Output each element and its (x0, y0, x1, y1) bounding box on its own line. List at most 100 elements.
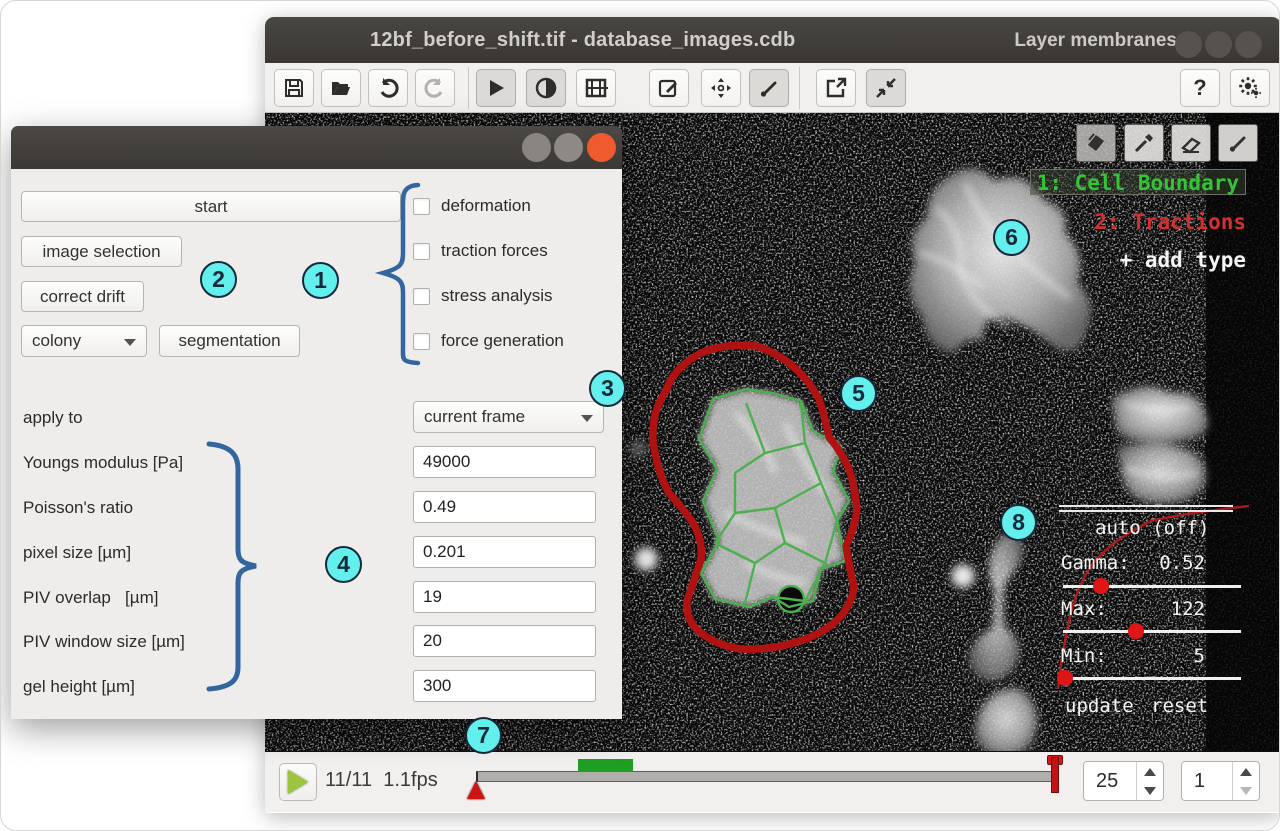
brush-mask-tool[interactable] (1218, 124, 1258, 162)
auto-contrast-button[interactable]: auto (off) (1095, 517, 1209, 539)
image-selection-button[interactable]: image selection (21, 236, 182, 267)
open-button[interactable] (321, 69, 361, 107)
start-button[interactable]: start (21, 191, 401, 222)
dialog-close-button[interactable] (587, 133, 616, 162)
window-close-button[interactable] (1235, 31, 1262, 58)
stress-analysis-label: stress analysis (441, 286, 552, 306)
stress-analysis-checkbox[interactable] (413, 288, 430, 305)
move-tool-button[interactable] (701, 69, 741, 107)
start-button-label: start (194, 197, 227, 217)
max-label: Max: (1061, 598, 1107, 620)
callout-2: 2 (200, 261, 237, 298)
min-slider[interactable] (1063, 677, 1241, 680)
gel-height-label: gel height [µm] (23, 677, 135, 697)
layer-indicator: Layer membranes (1014, 30, 1177, 52)
gamma-slider[interactable] (1063, 585, 1241, 588)
export-view-button[interactable] (816, 69, 856, 107)
dialog-maximize-button[interactable] (554, 133, 583, 162)
question-mark-icon: ? (1193, 75, 1206, 101)
skip-spin-up-button[interactable] (1233, 762, 1259, 781)
mask-brush-button[interactable] (749, 69, 789, 107)
play-button[interactable] (279, 763, 317, 801)
bead-blob (633, 546, 659, 572)
segmentation-button[interactable]: segmentation (159, 325, 300, 357)
min-slider-handle[interactable] (1057, 670, 1073, 686)
fps-spin-down-button[interactable] (1137, 781, 1163, 800)
fps-spin-up-button[interactable] (1137, 762, 1163, 781)
deformation-checkbox[interactable] (413, 198, 430, 215)
marker-type-cell-boundary[interactable]: 1: Cell Boundary (1030, 169, 1246, 195)
fill-tool[interactable] (1076, 124, 1116, 162)
chevron-down-icon (581, 415, 593, 422)
piv-overlap-input[interactable] (413, 581, 596, 613)
fps-spinbox-value: 25 (1084, 762, 1136, 800)
video-export-button[interactable] (576, 69, 616, 107)
window-maximize-button[interactable] (1205, 31, 1232, 58)
main-toolbar: ? (265, 63, 1280, 113)
pixel-size-input[interactable] (413, 536, 596, 568)
frame-counter: 11/11 1.1fps (325, 769, 438, 792)
piv-window-size-input[interactable] (413, 625, 596, 657)
gamma-slider-handle[interactable] (1093, 578, 1109, 594)
update-button[interactable]: update (1065, 695, 1134, 717)
tfm-addon-dialog: start image selection correct drift colo… (11, 126, 622, 719)
apply-to-value: current frame (424, 407, 525, 427)
youngs-modulus-input[interactable] (413, 446, 596, 478)
toolbar-separator (468, 67, 469, 109)
screenshot-page: 12bf_before_shift.tif - database_images.… (0, 0, 1280, 831)
skip-spinbox[interactable]: 1 (1181, 761, 1260, 801)
dialog-minimize-button[interactable] (522, 133, 551, 162)
gamma-label: Gamma: (1061, 552, 1130, 574)
traction-forces-checkbox[interactable] (413, 243, 430, 260)
apply-to-dropdown[interactable]: current frame (413, 401, 604, 433)
force-generation-label: force generation (441, 331, 564, 351)
contrast-button[interactable] (526, 69, 566, 107)
force-generation-checkbox[interactable] (413, 333, 430, 350)
down-arrow-icon (1240, 787, 1252, 795)
segmentation-label: segmentation (178, 331, 280, 351)
brush-icon (757, 76, 781, 100)
picker-tool[interactable] (1124, 124, 1164, 162)
callout-8: 8 (1000, 504, 1037, 541)
callout-6: 6 (993, 219, 1030, 256)
save-button[interactable] (274, 69, 314, 107)
marker-type-tractions[interactable]: 2: Tractions (1094, 209, 1246, 235)
fps-spinbox[interactable]: 25 (1083, 761, 1164, 801)
main-titlebar[interactable]: 12bf_before_shift.tif - database_images.… (265, 17, 1280, 63)
add-marker-type[interactable]: + add type (1120, 247, 1246, 273)
dialog-titlebar[interactable] (11, 126, 622, 169)
poissons-ratio-input[interactable] (413, 491, 596, 523)
timeline-end-marker[interactable] (1051, 757, 1059, 793)
window-minimize-button[interactable] (1175, 31, 1202, 58)
up-arrow-icon (1240, 768, 1252, 776)
gear-icon (1238, 76, 1262, 100)
fps-value: 1.1fps (383, 769, 437, 791)
correct-drift-button[interactable]: correct drift (21, 281, 144, 312)
callout-3: 3 (589, 370, 626, 407)
undo-button[interactable] (368, 69, 408, 107)
play-toolbar-button[interactable] (476, 69, 516, 107)
correct-drift-label: correct drift (40, 287, 125, 307)
mode-dropdown[interactable]: colony (21, 325, 147, 357)
mode-dropdown-value: colony (32, 331, 81, 351)
redo-button[interactable] (415, 69, 455, 107)
marker-edit-button[interactable] (649, 69, 689, 107)
callout-1: 1 (302, 262, 339, 299)
skip-spin-down-button[interactable] (1233, 781, 1259, 800)
up-arrow-icon (1144, 768, 1156, 776)
help-button[interactable]: ? (1180, 69, 1220, 107)
timeline-start-marker[interactable] (467, 781, 485, 799)
callout-7: 7 (465, 717, 502, 754)
collapse-arrows-icon (874, 76, 898, 100)
reset-button[interactable]: reset (1151, 695, 1208, 717)
max-slider-handle[interactable] (1128, 623, 1144, 639)
gel-height-input[interactable] (413, 670, 596, 702)
settings-button[interactable] (1230, 69, 1270, 107)
eraser-tool[interactable] (1171, 124, 1211, 162)
timeline-track[interactable] (476, 771, 1056, 782)
redo-icon (423, 76, 447, 100)
callout-2-number: 2 (212, 266, 225, 293)
max-slider[interactable] (1063, 630, 1241, 633)
fit-view-button[interactable] (866, 69, 906, 107)
save-icon (282, 76, 306, 100)
